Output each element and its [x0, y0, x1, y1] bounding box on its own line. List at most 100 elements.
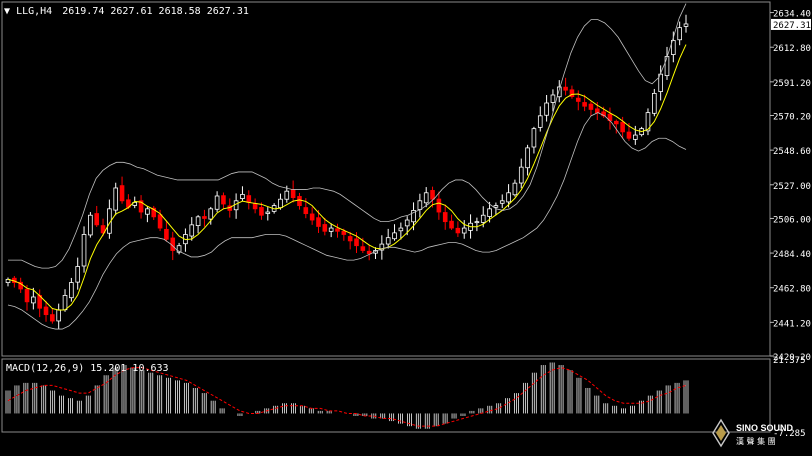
candle-body: [221, 195, 226, 205]
trading-chart-window: 2634.40 2612.80 2591.20 2570.20 2548.60 2527.…: [0, 0, 812, 456]
candle-body: [297, 196, 302, 207]
price-tick-label: 2441.20: [773, 319, 811, 329]
candle-body: [582, 102, 587, 107]
candle-body: [303, 207, 309, 215]
candle-body: [259, 207, 264, 216]
price-tick-label: 2570.20: [773, 113, 811, 123]
candle-body: [62, 294, 68, 311]
candle-body: [290, 189, 296, 198]
candle-body: [487, 208, 492, 217]
candle-body: [499, 200, 505, 204]
candle-body: [347, 236, 353, 242]
candle-body: [113, 187, 119, 211]
price-tick-label: 2527.00: [773, 182, 811, 192]
candle-body: [164, 228, 169, 240]
candle-body: [214, 195, 220, 210]
candle-body: [322, 224, 328, 232]
candle-body: [626, 131, 632, 139]
candle-body: [43, 306, 49, 316]
candle-body: [252, 203, 258, 210]
candle-body: [550, 94, 556, 103]
candle-body: [392, 232, 397, 240]
candle-body: [119, 185, 125, 202]
sino-sound-logo: SINO SOUND 漢 聲 集 團: [712, 416, 804, 450]
candle-body: [677, 27, 682, 41]
candle-body: [449, 220, 454, 229]
candle-body: [506, 192, 511, 203]
candle-body: [633, 134, 638, 140]
candle-body: [664, 56, 670, 77]
candle-body: [335, 228, 340, 232]
candle-body: [620, 121, 625, 133]
diamond-logo-icon: [712, 418, 730, 448]
candle-body: [240, 193, 245, 199]
candle-body: [50, 314, 55, 322]
candle-body: [341, 230, 347, 235]
candle-body: [588, 103, 594, 110]
candle-body: [145, 208, 150, 215]
candle-body: [195, 216, 201, 227]
last-price-label: 2627.31: [773, 21, 811, 31]
candle-body: [208, 208, 214, 220]
watermark-subtext: 漢 聲 集 團: [736, 436, 776, 446]
candle-body: [404, 219, 410, 227]
candle-body: [24, 288, 30, 303]
symbol-label: LLG,H4: [16, 6, 53, 17]
candle-body: [385, 237, 391, 245]
watermark-text: SINO SOUND: [736, 423, 794, 433]
candle-body: [202, 216, 207, 219]
candle-body: [366, 250, 372, 255]
candle-body: [474, 221, 480, 224]
macd-signal-line: [7, 367, 687, 427]
price-panel-frame: [1, 1, 771, 357]
candle-body: [525, 147, 530, 169]
candle-body: [360, 246, 366, 251]
candle-body: [69, 282, 74, 299]
candle-body: [284, 190, 290, 200]
candle-body: [56, 309, 61, 322]
symbol-header: ▼ LLG,H4 2619.74 2627.61 2618.58 2627.31: [4, 6, 249, 17]
candle-body: [31, 296, 36, 304]
dropdown-triangle-icon[interactable]: ▼: [4, 6, 10, 17]
candle-body: [278, 198, 283, 209]
candle-body: [81, 234, 87, 267]
price-tick-label: 2548.60: [773, 147, 811, 157]
candle-body: [512, 182, 518, 196]
candle-body: [455, 227, 461, 234]
candle-body: [563, 86, 568, 91]
moving-average-line: [7, 44, 687, 311]
candle-body: [398, 227, 404, 232]
candle-body: [316, 217, 321, 227]
price-tick-label: 2506.00: [773, 215, 811, 225]
candle-body: [430, 190, 435, 200]
price-tick-label: 2612.80: [773, 44, 811, 54]
candle-body: [480, 214, 486, 223]
candle-body: [442, 212, 448, 223]
candle-body: [354, 238, 359, 247]
candle-body: [265, 211, 271, 214]
candle-body: [88, 214, 93, 236]
candle-body: [417, 200, 423, 210]
candle-body: [544, 102, 549, 116]
price-tick-label: 2462.80: [773, 285, 811, 295]
candle-body: [75, 266, 81, 283]
candle-body: [531, 128, 537, 148]
price-tick-label: 2484.40: [773, 250, 811, 260]
candle-body: [328, 227, 334, 232]
candle-body: [537, 115, 543, 128]
price-tick-label: 2591.20: [773, 79, 811, 89]
candle-body: [157, 214, 163, 229]
candle-body: [652, 92, 657, 114]
ohlc-values: 2619.74 2627.61 2618.58 2627.31: [62, 6, 249, 17]
candle-body: [423, 192, 429, 204]
candle-body: [246, 195, 252, 203]
candle-body: [309, 213, 315, 221]
candle-body: [436, 198, 442, 213]
macd-tick-label: 21.375: [773, 356, 806, 366]
macd-header: MACD(12,26,9) 15.201 10.633: [6, 363, 169, 374]
price-tick-label: 2634.40: [773, 10, 811, 20]
price-chart[interactable]: 2634.40 2612.80 2591.20 2570.20 2548.60 2527.…: [0, 0, 812, 456]
candle-body: [518, 166, 524, 184]
candle-body: [493, 205, 499, 208]
candle-body: [94, 213, 100, 226]
